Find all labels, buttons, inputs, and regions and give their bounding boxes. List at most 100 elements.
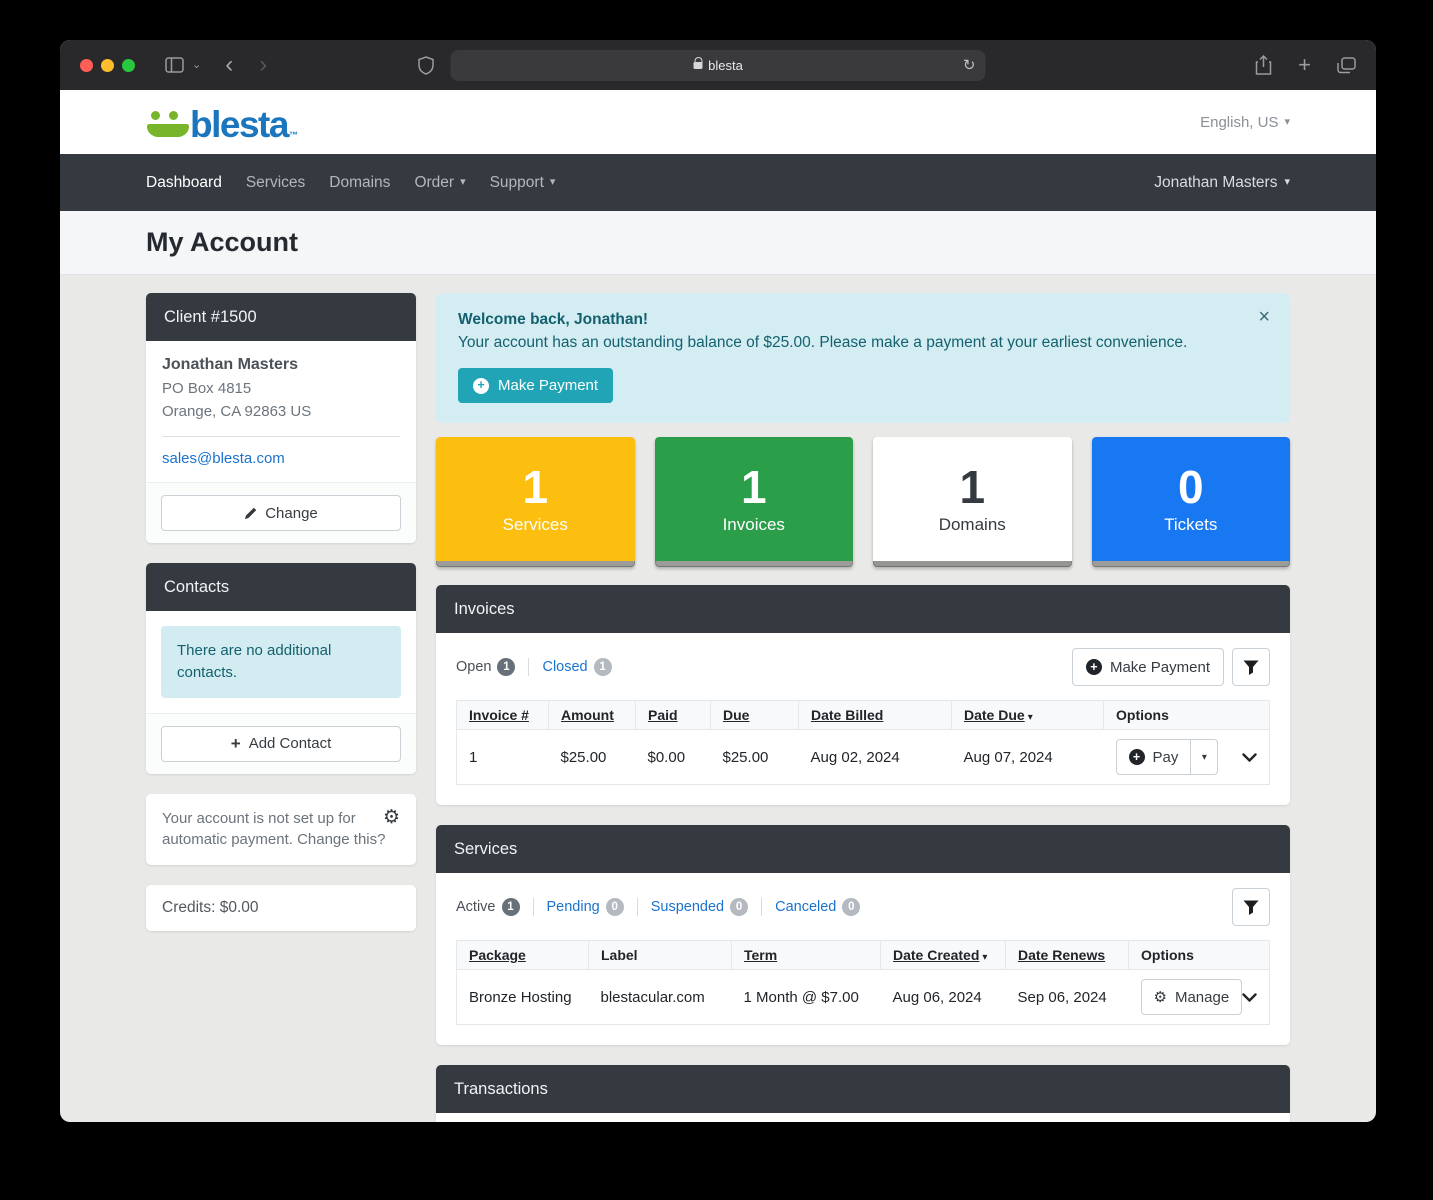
tab-services-canceled[interactable]: Canceled0	[775, 898, 860, 916]
transactions-panel-title: Transactions	[436, 1065, 1290, 1113]
pay-dropdown-button[interactable]: ▾	[1191, 739, 1218, 775]
col-options: Options	[1129, 941, 1270, 970]
count-badge: 0	[606, 898, 624, 916]
nav-support[interactable]: Support▾	[478, 174, 568, 192]
filter-icon	[1243, 660, 1259, 675]
count-badge: 1	[497, 658, 515, 676]
stat-card-domains[interactable]: 1 Domains	[873, 437, 1072, 567]
share-icon[interactable]	[1255, 55, 1272, 75]
client-email-link[interactable]: sales@blesta.com	[162, 450, 285, 467]
client-address-line2: Orange, CA 92863 US	[162, 401, 400, 424]
minimize-window-button[interactable]	[101, 59, 114, 72]
contacts-panel-title: Contacts	[146, 563, 416, 611]
tab-services-active[interactable]: Active1	[456, 898, 520, 916]
invoice-row: 1 $25.00 $0.00 $25.00 Aug 02, 2024 Aug 0…	[457, 730, 1270, 785]
service-label: blestacular.com	[589, 970, 732, 1025]
plus-circle-icon: +	[473, 378, 489, 394]
pencil-icon	[244, 507, 257, 520]
stat-value: 0	[1178, 463, 1204, 511]
stat-card-services[interactable]: 1 Services	[436, 437, 635, 567]
service-row: Bronze Hosting blestacular.com 1 Month @…	[457, 970, 1270, 1025]
invoices-filter-button[interactable]	[1232, 648, 1270, 686]
gear-icon: ⚙	[1154, 990, 1167, 1005]
privacy-shield-icon[interactable]	[418, 56, 434, 75]
filter-icon	[1243, 900, 1259, 915]
blesta-logo-wordmark: blesta	[190, 110, 288, 140]
expand-row-chevron-icon[interactable]	[1242, 753, 1257, 762]
forward-button: ›	[259, 53, 267, 77]
new-tab-icon[interactable]: +	[1298, 54, 1311, 76]
close-icon[interactable]: ×	[1258, 307, 1270, 327]
col-term[interactable]: Term	[732, 941, 881, 970]
blesta-logo-icon	[146, 104, 190, 140]
url-text: blesta	[708, 58, 743, 73]
close-window-button[interactable]	[80, 59, 93, 72]
autopay-notice-text[interactable]: Your account is not set up for automatic…	[162, 810, 385, 849]
invoices-make-payment-button[interactable]: + Make Payment	[1072, 648, 1224, 686]
manage-service-button[interactable]: ⚙ Manage	[1141, 979, 1243, 1015]
locale-label: English, US	[1200, 114, 1278, 131]
nav-order[interactable]: Order▾	[402, 174, 477, 192]
contacts-panel: Contacts There are no additional contact…	[146, 563, 416, 774]
services-panel: Services Active1 Pending0 Suspended0 Can…	[436, 825, 1290, 1045]
col-date-due[interactable]: Date Due▾	[952, 701, 1104, 730]
caret-down-icon: ▾	[550, 177, 556, 188]
expand-row-chevron-icon[interactable]	[1242, 993, 1257, 1002]
tab-services-suspended[interactable]: Suspended0	[651, 898, 748, 916]
stat-card-tickets[interactable]: 0 Tickets	[1092, 437, 1291, 567]
browser-toolbar: ⌄ ‹ › blesta ↻ +	[60, 40, 1376, 90]
nav-services[interactable]: Services	[234, 174, 317, 192]
divider	[162, 436, 400, 437]
lock-icon	[693, 62, 702, 69]
zoom-window-button[interactable]	[122, 59, 135, 72]
main-navbar: Dashboard Services Domains Order▾ Suppor…	[60, 154, 1376, 211]
invoice-due: $25.00	[711, 730, 799, 785]
col-amount[interactable]: Amount	[549, 701, 636, 730]
nav-user-menu[interactable]: Jonathan Masters▾	[1142, 174, 1290, 192]
caret-down-icon: ▾	[460, 177, 466, 188]
welcome-banner-title: Welcome back, Jonathan!	[458, 311, 1268, 329]
make-payment-button[interactable]: + Make Payment	[458, 368, 613, 403]
tab-invoices-open[interactable]: Open1	[456, 658, 515, 676]
services-filter-button[interactable]	[1232, 888, 1270, 926]
reload-icon[interactable]: ↻	[963, 56, 976, 74]
invoice-paid: $0.00	[636, 730, 711, 785]
services-panel-title: Services	[436, 825, 1290, 873]
nav-domains[interactable]: Domains	[317, 174, 402, 192]
count-badge: 1	[594, 658, 612, 676]
stat-card-invoices[interactable]: 1 Invoices	[655, 437, 854, 567]
tab-invoices-closed[interactable]: Closed1	[542, 658, 611, 676]
transactions-panel: Transactions Approved1 Pending0 Declined…	[436, 1065, 1290, 1122]
add-contact-button[interactable]: + Add Contact	[161, 726, 401, 762]
tab-overview-icon[interactable]	[1337, 57, 1356, 74]
col-package[interactable]: Package	[457, 941, 589, 970]
invoice-date-billed: Aug 02, 2024	[799, 730, 952, 785]
address-bar[interactable]: blesta ↻	[451, 50, 986, 81]
back-button[interactable]: ‹	[225, 53, 233, 77]
chevron-down-icon[interactable]: ⌄	[192, 60, 201, 71]
invoices-table: Invoice # Amount Paid Due Date Billed Da…	[456, 700, 1270, 785]
tab-services-pending[interactable]: Pending0	[547, 898, 624, 916]
col-due[interactable]: Due	[711, 701, 799, 730]
nav-dashboard[interactable]: Dashboard	[146, 174, 234, 192]
locale-selector[interactable]: English, US ▾	[1200, 114, 1290, 131]
col-date-renews[interactable]: Date Renews	[1006, 941, 1129, 970]
sidebar-toggle-icon[interactable]	[165, 57, 184, 73]
col-label: Label	[589, 941, 732, 970]
stat-value: 1	[741, 463, 767, 511]
gear-icon[interactable]: ⚙	[383, 808, 400, 827]
count-badge: 0	[842, 898, 860, 916]
stat-label: Tickets	[1164, 515, 1217, 535]
plus-circle-icon: +	[1129, 749, 1145, 765]
pay-button[interactable]: + Pay	[1116, 739, 1192, 775]
divider	[637, 898, 638, 916]
col-invoice-number[interactable]: Invoice #	[457, 701, 549, 730]
col-date-billed[interactable]: Date Billed	[799, 701, 952, 730]
col-paid[interactable]: Paid	[636, 701, 711, 730]
no-contacts-message: There are no additional contacts.	[161, 626, 401, 698]
change-client-button[interactable]: Change	[161, 495, 401, 531]
blesta-logo[interactable]: blesta™	[146, 104, 298, 140]
col-date-created[interactable]: Date Created▾	[881, 941, 1006, 970]
credits-card: Credits: $0.00	[146, 885, 416, 931]
service-date-renews: Sep 06, 2024	[1006, 970, 1129, 1025]
